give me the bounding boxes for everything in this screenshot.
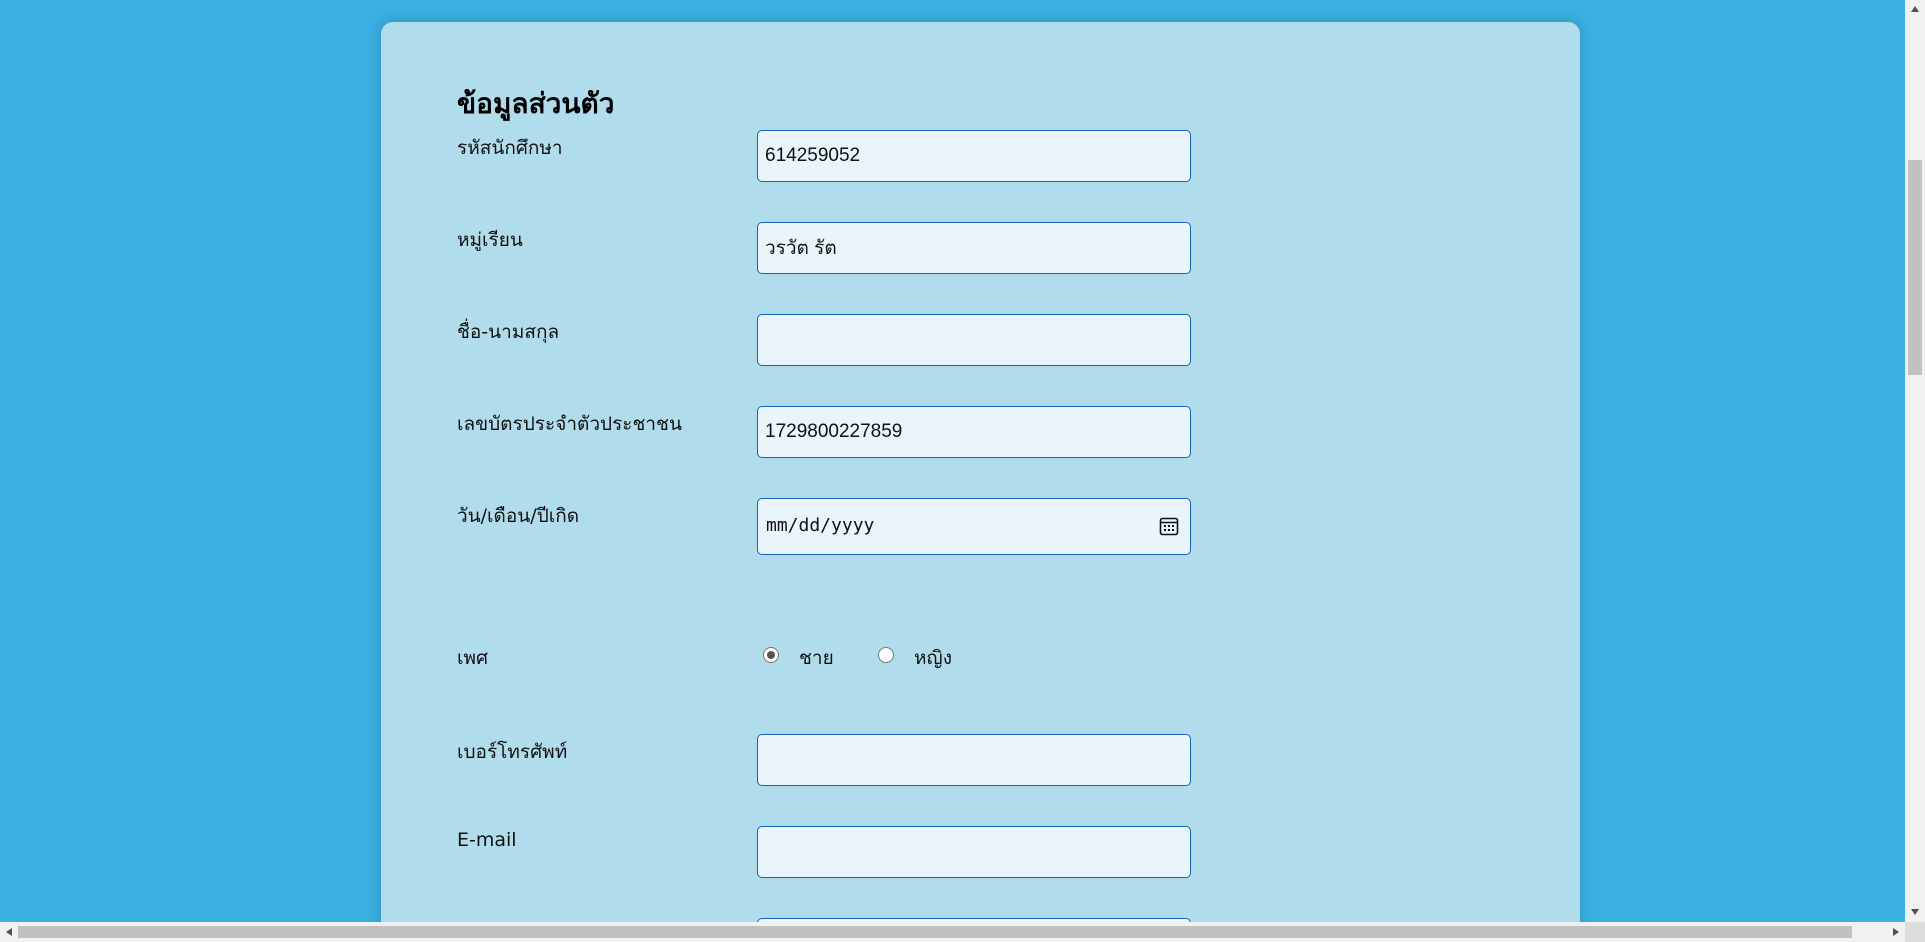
form-title: ข้อมูลส่วนตัว (457, 87, 615, 120)
calendar-icon[interactable] (1159, 516, 1179, 536)
page-viewport: ข้อมูลส่วนตัว รหัสนักศึกษา หมู่เรียน ชื่… (0, 0, 1905, 922)
scrollbar-corner (1905, 922, 1925, 942)
gender-female-radio[interactable] (878, 647, 894, 663)
horizontal-scrollbar[interactable] (0, 922, 1905, 942)
personal-info-card: ข้อมูลส่วนตัว รหัสนักศึกษา หมู่เรียน ชื่… (381, 22, 1580, 922)
gender-male-radio[interactable] (763, 647, 779, 663)
class-group-input[interactable] (757, 222, 1191, 274)
scroll-up-arrow-icon[interactable] (1910, 5, 1920, 13)
vertical-scroll-thumb[interactable] (1908, 160, 1922, 375)
student-id-input[interactable] (757, 130, 1191, 182)
student-id-label: รหัสนักศึกษา (457, 137, 563, 159)
scroll-down-arrow-icon[interactable] (1910, 908, 1920, 916)
scroll-left-arrow-icon[interactable] (5, 927, 13, 937)
full-name-label: ชื่อ-นามสกุล (457, 321, 560, 343)
gender-label: เพศ (457, 647, 489, 669)
full-name-input[interactable] (757, 314, 1191, 366)
national-id-label: เลขบัตรประจำตัวประชาชน (457, 413, 682, 435)
phone-label: เบอร์โทรศัพท์ (457, 741, 568, 763)
birthdate-value: mm/dd/yyyy (766, 515, 875, 536)
gender-male-label[interactable]: ชาย (799, 643, 834, 673)
scroll-right-arrow-icon[interactable] (1892, 927, 1900, 937)
email-label: E-mail (457, 829, 517, 851)
horizontal-scroll-thumb[interactable] (18, 926, 1852, 938)
phone-input[interactable] (757, 734, 1191, 786)
email-input[interactable] (757, 826, 1191, 878)
gender-female-label[interactable]: หญิง (914, 643, 952, 673)
national-id-input[interactable] (757, 406, 1191, 458)
birthdate-label: วัน/เดือน/ปีเกิด (457, 505, 580, 527)
vertical-scrollbar[interactable] (1905, 0, 1925, 922)
class-group-label: หมู่เรียน (457, 229, 523, 251)
birthdate-input[interactable]: mm/dd/yyyy (757, 498, 1191, 555)
